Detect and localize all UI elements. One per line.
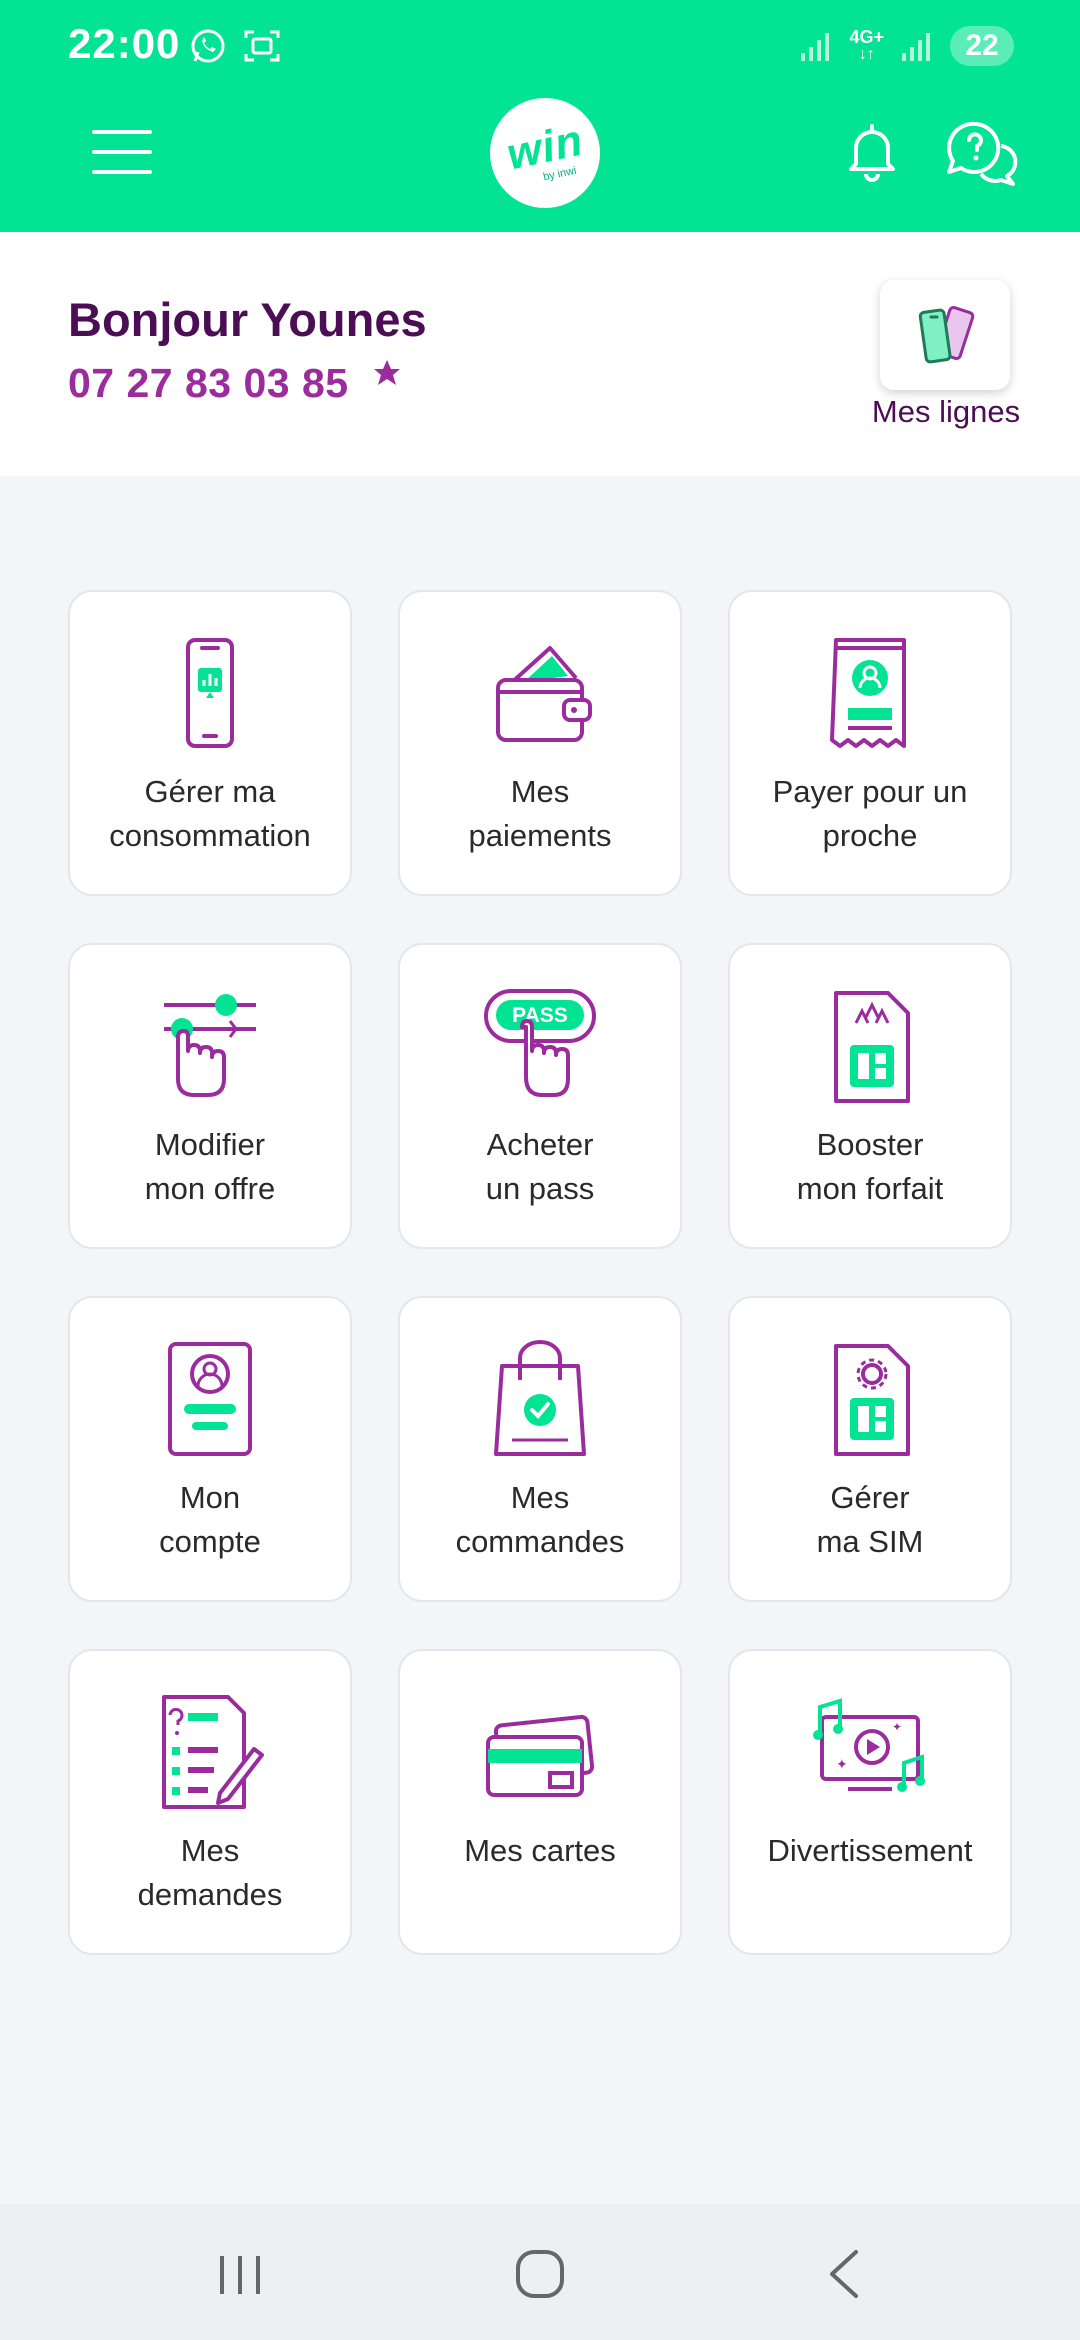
tile-entertainment[interactable]: ✦ ✦ Divertissement bbox=[728, 1649, 1012, 1955]
status-time: 22:00 bbox=[68, 20, 181, 67]
shopping-bag-check-icon bbox=[494, 1340, 586, 1456]
notifications-bell-icon[interactable] bbox=[840, 120, 904, 184]
tile-pay-for-relative[interactable]: Payer pour un proche bbox=[728, 590, 1012, 896]
my-lines-label[interactable]: Mes lignes bbox=[862, 394, 1030, 430]
tile-label: Gérer ma consommation bbox=[109, 774, 311, 853]
tile-label: Modifier mon offre bbox=[144, 1127, 276, 1206]
tile-label: Mes demandes bbox=[137, 1833, 283, 1912]
tile-label: Mes cartes bbox=[464, 1833, 616, 1868]
tile-buy-pass[interactable]: PASS Acheter un pass bbox=[398, 943, 682, 1249]
tile-my-cards[interactable]: Mes cartes bbox=[398, 1649, 682, 1955]
status-system-icons: 4G+ ↓↑ 22 bbox=[799, 26, 1014, 66]
services-grid: Gérer ma consommation Mes paiements Paye… bbox=[68, 590, 1012, 1955]
tile-my-account[interactable]: Mon compte bbox=[68, 1296, 352, 1602]
tile-my-orders[interactable]: Mes commandes bbox=[398, 1296, 682, 1602]
tile-my-payments[interactable]: Mes paiements bbox=[398, 590, 682, 896]
home-icon[interactable] bbox=[510, 2244, 570, 2304]
wallet-icon bbox=[496, 646, 592, 742]
cards-icon bbox=[486, 1714, 595, 1797]
account-card-icon bbox=[168, 1342, 252, 1456]
tile-label: Divertissement bbox=[767, 1833, 973, 1868]
favorite-star-icon[interactable] bbox=[372, 358, 402, 388]
tile-label: Mes commandes bbox=[455, 1480, 625, 1559]
tile-manage-consumption[interactable]: Gérer ma consommation bbox=[68, 590, 352, 896]
phone-usage-icon bbox=[186, 638, 234, 748]
tile-manage-sim[interactable]: Gérer ma SIM bbox=[728, 1296, 1012, 1602]
entertainment-icon: ✦ ✦ bbox=[813, 1698, 925, 1792]
requests-document-icon bbox=[162, 1695, 264, 1809]
app-header: 22:00 4G+ ↓↑ 22 win by inwi bbox=[0, 0, 1080, 232]
battery-indicator: 22 bbox=[950, 26, 1014, 66]
tile-label: Gérer ma SIM bbox=[816, 1480, 924, 1559]
tile-boost-plan[interactable]: Booster mon forfait bbox=[728, 943, 1012, 1249]
signal-icon bbox=[801, 33, 830, 61]
sim-cards-icon bbox=[918, 306, 975, 364]
receipt-person-icon bbox=[830, 638, 906, 748]
network-type: 4G+ ↓↑ bbox=[849, 27, 884, 63]
recent-apps-icon[interactable] bbox=[210, 2244, 270, 2304]
tile-label: Mes paiements bbox=[468, 774, 612, 853]
tile-my-requests[interactable]: Mes demandes bbox=[68, 1649, 352, 1955]
status-notification-icons bbox=[188, 26, 282, 66]
back-icon[interactable] bbox=[816, 2244, 876, 2304]
menu-icon[interactable] bbox=[90, 124, 154, 180]
tile-modify-offer[interactable]: Modifier mon offre bbox=[68, 943, 352, 1249]
tile-label: Booster mon forfait bbox=[796, 1127, 944, 1206]
tile-label: Acheter un pass bbox=[485, 1127, 595, 1206]
system-nav-bar bbox=[0, 2204, 1080, 2340]
pass-hand-icon: PASS bbox=[484, 989, 596, 1097]
screenshot-icon bbox=[244, 30, 280, 62]
my-lines-button[interactable] bbox=[880, 280, 1010, 390]
tile-label: Mon compte bbox=[159, 1480, 261, 1559]
status-bar: 22:00 4G+ ↓↑ 22 bbox=[0, 0, 1080, 96]
brand-logo[interactable]: win by inwi bbox=[490, 98, 600, 208]
signal-icon-2 bbox=[902, 33, 930, 61]
phone-number: 07 27 83 03 85 bbox=[68, 360, 349, 406]
greeting-panel: Bonjour Younes 07 27 83 03 85 Mes lignes bbox=[0, 232, 1080, 476]
sim-boost-icon bbox=[834, 991, 910, 1103]
help-chat-icon[interactable] bbox=[945, 118, 1021, 188]
svg-text:✦: ✦ bbox=[892, 1720, 902, 1734]
sim-settings-icon bbox=[834, 1344, 910, 1456]
tile-label: Payer pour un proche bbox=[772, 774, 968, 853]
svg-text:✦: ✦ bbox=[836, 1757, 848, 1773]
greeting-title: Bonjour Younes bbox=[68, 293, 427, 346]
slider-hand-icon bbox=[164, 994, 256, 1097]
whatsapp-icon bbox=[191, 29, 225, 63]
